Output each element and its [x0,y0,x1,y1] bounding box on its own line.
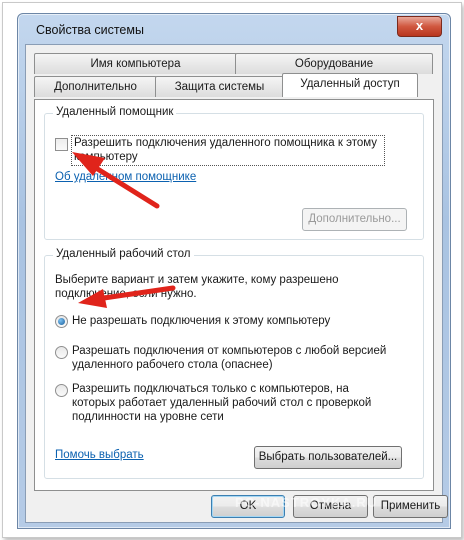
tab-system-protection[interactable]: Защита системы [155,76,284,97]
close-icon: x [415,18,424,33]
radio-deny-connections[interactable] [55,315,68,328]
apply-button[interactable]: Применить [373,495,448,518]
radio-allow-nla-only-label-line2[interactable]: которых работает удаленный рабочий стол … [72,396,371,410]
radio-allow-any-version[interactable] [55,346,68,359]
radio-allow-any-version-label-line1[interactable]: Разрешать подключения от компьютеров с л… [72,344,386,358]
radio-allow-nla-only[interactable] [55,384,68,397]
remote-desktop-group: Удаленный рабочий стол Выберите вариант … [44,248,424,479]
radio-allow-nla-only-label-line1[interactable]: Разрешить подключаться только с компьюте… [72,382,349,396]
remote-desktop-instruction-line1: Выберите вариант и затем укажите, кому р… [55,274,339,286]
help-me-choose-link[interactable]: Помочь выбрать [55,449,144,461]
tab-computer-name[interactable]: Имя компьютера [34,53,237,74]
tab-hardware[interactable]: Оборудование [235,53,433,74]
radio-deny-connections-label[interactable]: Не разрешать подключения к этому компьют… [72,314,330,328]
radio-allow-any-version-label-line2[interactable]: удаленного рабочего стола (опаснее) [72,358,273,372]
select-users-button[interactable]: Выбрать пользователей... [254,446,402,469]
remote-assistance-group-label: Удаленный помощник [53,106,177,118]
system-properties-window: Свойства системы x Имя компьютера Оборуд… [17,13,451,529]
screenshot-frame: Свойства системы x Имя компьютера Оборуд… [2,2,462,538]
title-bar[interactable]: Свойства системы x [18,14,450,42]
radio-allow-nla-only-label-line3[interactable]: подлинности на уровне сети [72,410,224,424]
remote-tab-panel: Удаленный помощник Разрешить подключения… [34,99,434,491]
remote-desktop-group-label: Удаленный рабочий стол [53,248,194,260]
advanced-settings-button[interactable]: Дополнительно... [302,208,407,231]
allow-remote-assistance-checkbox[interactable] [55,138,68,151]
window-title: Свойства системы [36,23,144,37]
allow-remote-assistance-label-line2[interactable]: компьютеру [74,150,138,164]
dialog-client-area: Имя компьютера Оборудование Дополнительн… [25,44,448,523]
tab-remote[interactable]: Удаленный доступ [282,73,418,97]
remote-desktop-instruction-line2: подключение, если нужно. [55,288,197,300]
close-button[interactable]: x [397,16,442,37]
watermark-text: PC-NASTROYKA.RU [235,495,378,510]
allow-remote-assistance-label-line1[interactable]: Разрешить подключения удаленного помощни… [74,136,377,150]
about-remote-assistance-link[interactable]: Об удаленном помощнике [55,171,196,183]
remote-assistance-group: Удаленный помощник Разрешить подключения… [44,106,424,240]
tab-advanced[interactable]: Дополнительно [34,76,157,97]
